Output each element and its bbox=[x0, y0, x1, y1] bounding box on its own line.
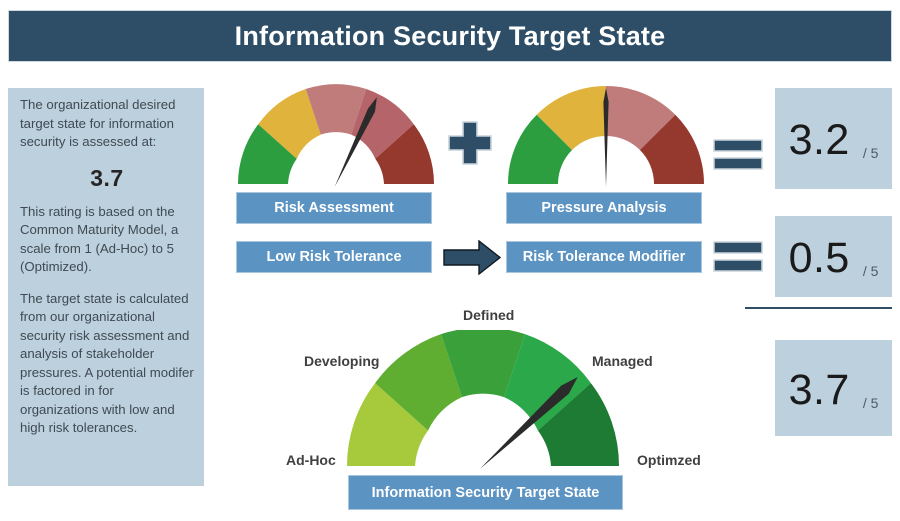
plus-icon bbox=[447, 120, 493, 166]
information-security-target-state-gauge bbox=[343, 330, 623, 472]
page-title: Information Security Target State bbox=[234, 20, 666, 51]
equals-icon-top bbox=[713, 139, 763, 171]
target-state-score: 3.7 bbox=[90, 164, 124, 191]
target-result-denominator: / 5 bbox=[862, 394, 879, 411]
page-header: Information Security Target State bbox=[8, 10, 892, 62]
result-divider bbox=[745, 307, 892, 309]
caption-low-risk-tolerance: Low Risk Tolerance bbox=[236, 241, 432, 273]
description-paragraph-3: The target state is calculated from our … bbox=[20, 290, 194, 436]
gauge2-needle bbox=[603, 88, 609, 187]
caption-risk-tolerance-modifier: Risk Tolerance Modifier bbox=[506, 241, 702, 273]
caption-pressure-analysis: Pressure Analysis bbox=[506, 192, 702, 224]
risk-tolerance-modifier-result-box: 0.5 / 5 bbox=[775, 216, 892, 297]
equals-icon-bottom bbox=[713, 241, 763, 273]
caption-pressure-analysis-label: Pressure Analysis bbox=[541, 200, 667, 216]
description-paragraph-1: The organizational desired target state … bbox=[20, 97, 176, 149]
caption-risk-assessment-label: Risk Assessment bbox=[274, 200, 394, 216]
risk-assessment-result-value: 3.2 bbox=[788, 116, 850, 164]
maturity-label-ad-hoc: Ad-Hoc bbox=[286, 452, 336, 468]
modifier-result-denominator: / 5 bbox=[862, 263, 879, 279]
caption-target-state: Information Security Target State bbox=[348, 475, 623, 510]
caption-low-risk-tolerance-label: Low Risk Tolerance bbox=[266, 249, 402, 265]
risk-assessment-result-denominator: / 5 bbox=[862, 145, 879, 161]
arrow-right-icon bbox=[443, 240, 501, 275]
pressure-analysis-gauge bbox=[506, 84, 706, 188]
maturity-label-optimized: Optimzed bbox=[637, 452, 701, 468]
caption-target-state-label: Information Security Target State bbox=[371, 484, 600, 501]
risk-assessment-result-box: 3.2 / 5 bbox=[775, 88, 892, 189]
target-result-value: 3.7 bbox=[788, 365, 850, 414]
caption-risk-assessment: Risk Assessment bbox=[236, 192, 432, 224]
target-state-result-box: 3.7 / 5 bbox=[775, 340, 892, 436]
caption-risk-tolerance-modifier-label: Risk Tolerance Modifier bbox=[522, 249, 686, 265]
description-panel: The organizational desired target state … bbox=[8, 88, 204, 486]
risk-assessment-gauge bbox=[236, 84, 436, 188]
description-paragraph-2: This rating is based on the Common Matur… bbox=[20, 203, 179, 275]
maturity-label-managed: Managed bbox=[592, 353, 653, 369]
maturity-label-defined: Defined bbox=[463, 307, 515, 323]
maturity-label-developing: Developing bbox=[304, 353, 380, 369]
modifier-result-value: 0.5 bbox=[788, 234, 850, 282]
